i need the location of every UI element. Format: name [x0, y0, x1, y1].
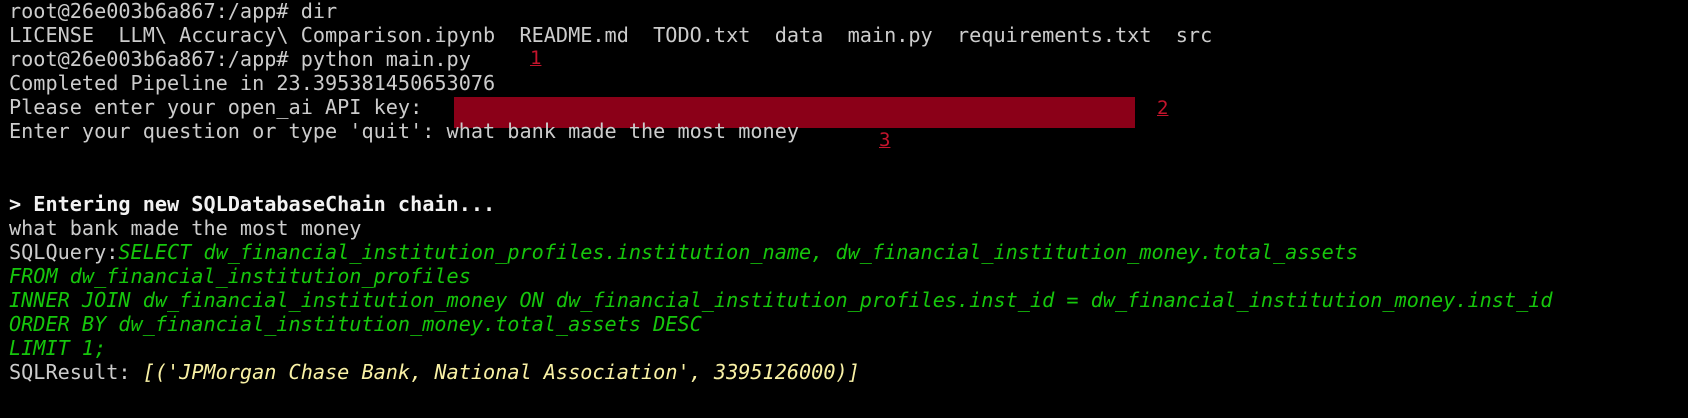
- terminal-line-question: Enter your question or type 'quit': what…: [9, 119, 800, 143]
- sql-select-clause: SELECT dw_financial_institution_profiles…: [118, 240, 1359, 264]
- sql-result-label: SQLResult:: [9, 360, 143, 384]
- terminal-line-run-command: root@26e003b6a867:/app# python main.py: [9, 47, 471, 71]
- terminal-line-dir-command: root@26e003b6a867:/app# dir: [9, 0, 338, 23]
- terminal-window[interactable]: root@26e003b6a867:/app# dir LICENSE LLM\…: [0, 0, 1688, 418]
- sql-from-clause: FROM dw_financial_institution_profiles: [9, 264, 471, 288]
- sql-result-value: [('JPMorgan Chase Bank, National Associa…: [142, 360, 860, 384]
- annotation-marker-1: 1: [530, 47, 542, 69]
- sql-join-clause: INNER JOIN dw_financial_institution_mone…: [9, 288, 1553, 312]
- annotation-marker-2: 2: [1157, 97, 1169, 119]
- sql-query-label: SQLQuery:: [9, 240, 119, 264]
- sql-limit-clause: LIMIT 1;: [9, 336, 107, 360]
- terminal-line-dir-output: LICENSE LLM\ Accuracy\ Comparison.ipynb …: [9, 23, 1213, 47]
- terminal-line-sql-query: SQLQuery:SELECT dw_financial_institution…: [9, 239, 1358, 265]
- terminal-line-sql-result: SQLResult: [('JPMorgan Chase Bank, Natio…: [9, 359, 860, 385]
- terminal-line-pipeline-complete: Completed Pipeline in 23.395381450653076: [9, 71, 496, 95]
- terminal-line-api-key-prompt: Please enter your open_ai API key:: [9, 95, 423, 119]
- annotation-marker-3: 3: [879, 129, 891, 151]
- sql-order-clause: ORDER BY dw_financial_institution_money.…: [9, 312, 702, 336]
- terminal-line-question-echo: what bank made the most money: [9, 216, 362, 240]
- terminal-line-chain-start: > Entering new SQLDatabaseChain chain...: [9, 192, 496, 216]
